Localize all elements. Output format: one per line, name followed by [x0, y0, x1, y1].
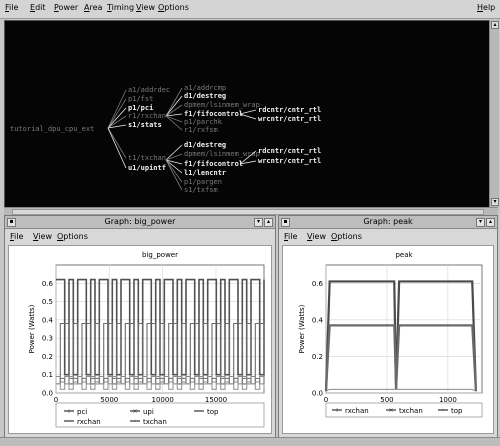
menu-file[interactable]: File [284, 232, 297, 241]
y-tick-label: 0.3 [42, 335, 53, 343]
legend-label: rxchan [345, 407, 369, 415]
y-tick-label: 0.6 [312, 280, 324, 288]
menu-options[interactable]: Options [158, 3, 189, 12]
chart-title: big_power [142, 251, 178, 259]
y-tick-label: 0.5 [42, 298, 53, 306]
menu-edit[interactable]: Edit [30, 3, 46, 12]
window-menu-icon[interactable]: ▪ [7, 218, 16, 227]
legend-marker: × [132, 408, 137, 415]
y-tick-label: 0.2 [42, 353, 53, 361]
hierarchy-horizontal-scrollbar[interactable] [4, 207, 498, 215]
window-title: Graph: peak [363, 217, 413, 226]
legend-label: top [207, 408, 219, 416]
y-tick-label: 0.0 [42, 390, 53, 398]
window-titlebar[interactable]: Graph: peak ▪ ▾ ▴ [279, 216, 497, 229]
menu-file[interactable]: File [5, 3, 18, 12]
legend-marker: ◦ [441, 407, 445, 414]
window-menu-icon[interactable]: ▪ [281, 218, 290, 227]
legend-label: txchan [143, 418, 167, 426]
legend-label: pci [77, 408, 87, 416]
scroll-down-icon[interactable]: ▾ [491, 198, 499, 206]
chart-title: peak [395, 251, 413, 259]
menu-file[interactable]: File [10, 232, 23, 241]
maximize-icon[interactable]: ▴ [264, 218, 273, 227]
y-axis-label: Power (Watts) [28, 304, 36, 353]
y-tick-label: 0.2 [312, 353, 323, 361]
menu-view[interactable]: View [33, 232, 52, 241]
y-tick-label: 0.0 [312, 390, 323, 398]
window-titlebar[interactable]: Graph: big_power ▪ ▾ ▴ [5, 216, 275, 229]
menu-area[interactable]: Area [84, 3, 102, 12]
window-title: Graph: big_power [104, 217, 176, 226]
menu-timing[interactable]: Timing [107, 3, 134, 12]
legend-marker: + [66, 408, 71, 415]
legend-label: txchan [399, 407, 423, 415]
hierarchy-canvas[interactable] [4, 20, 490, 209]
legend-marker: ◦ [133, 418, 137, 425]
menu-options[interactable]: Options [57, 232, 88, 241]
big-power-chart: big_power0.00.10.20.30.40.50.60 5000 10000… [28, 251, 265, 428]
legend-marker: + [334, 407, 339, 414]
menu-power[interactable]: Power [54, 3, 78, 12]
hierarchy-vertical-scrollbar[interactable]: ▴ ▾ [489, 20, 499, 207]
maximize-icon[interactable]: ▴ [486, 218, 495, 227]
y-tick-label: 0.1 [42, 371, 53, 379]
y-axis-label: Power (Watts) [298, 304, 306, 353]
minimize-icon[interactable]: ▾ [476, 218, 485, 227]
y-tick-label: 0.6 [42, 280, 54, 288]
legend-label: upi [143, 408, 154, 416]
main-menubar: File Edit Power Area Timing View Options… [0, 0, 500, 19]
menu-view[interactable]: View [136, 3, 155, 12]
y-tick-label: 0.4 [42, 316, 54, 324]
graph-window-peak: Graph: peak ▪ ▾ ▴ File View Options peak… [278, 215, 498, 438]
minimize-icon[interactable]: ▾ [254, 218, 263, 227]
legend-label: rxchan [77, 418, 101, 426]
legend-marker: — [66, 418, 72, 425]
scroll-up-icon[interactable]: ▴ [491, 21, 499, 29]
y-tick-label: 0.4 [312, 316, 324, 324]
menu-view[interactable]: View [307, 232, 326, 241]
chart-frame [325, 264, 483, 394]
legend-marker: × [388, 407, 393, 414]
menu-help[interactable]: Help [477, 3, 495, 12]
peak-chart: peak0.00.20.40.605001000Clock CyclesPowe… [298, 251, 483, 418]
graph-window-big-power: Graph: big_power ▪ ▾ ▴ File View Options… [4, 215, 276, 438]
menu-options[interactable]: Options [331, 232, 362, 241]
legend-label: top [451, 407, 463, 415]
